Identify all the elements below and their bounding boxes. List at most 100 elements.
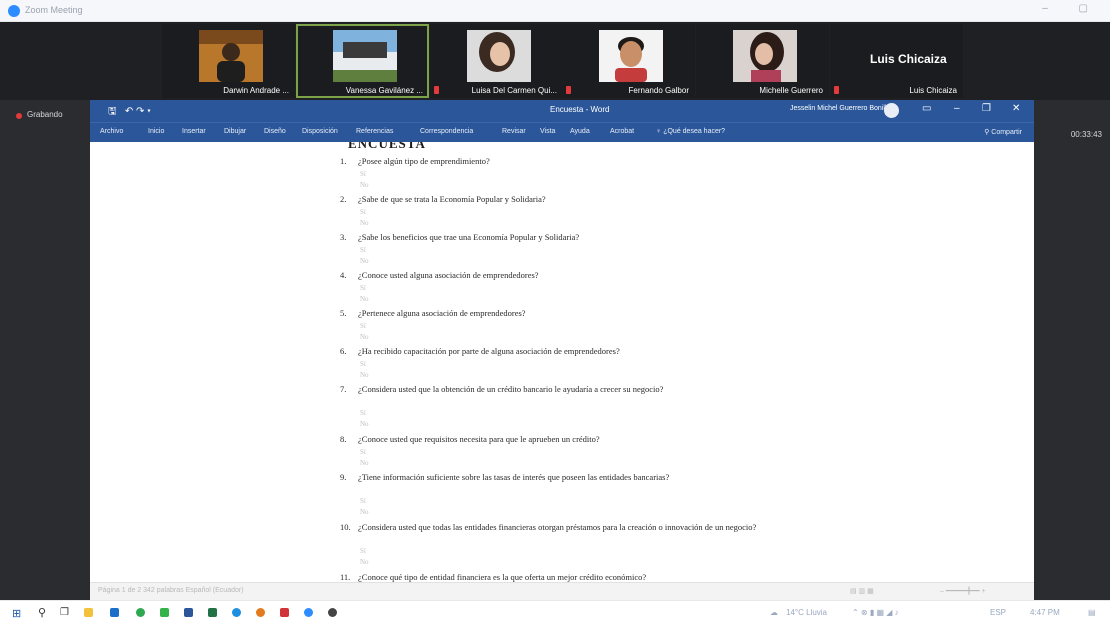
- status-text: Página 1 de 2 342 palabras Español (Ecua…: [98, 587, 244, 594]
- participant-tile-vanessa[interactable]: Vanessa Gavilánez ...: [296, 24, 429, 98]
- zoom-icon[interactable]: [304, 608, 313, 617]
- close-icon[interactable]: ✕: [1012, 103, 1020, 114]
- question-number: 1.: [340, 156, 347, 166]
- tab-ayuda[interactable]: Ayuda: [570, 128, 590, 135]
- tell-me-search[interactable]: ♀ ¿Qué desea hacer?: [656, 128, 725, 135]
- clock[interactable]: 4:47 PM: [1030, 608, 1060, 617]
- question-text: ¿Considera usted que la obtención de un …: [358, 384, 664, 394]
- app-icon[interactable]: [328, 608, 337, 617]
- search-icon[interactable]: ⚲: [38, 606, 46, 619]
- option-no: No: [360, 558, 369, 566]
- share-button[interactable]: ⚲ Compartir: [984, 128, 1022, 136]
- app-icon[interactable]: [160, 608, 169, 617]
- question-text: ¿Considera usted que todas las entidades…: [358, 522, 757, 532]
- option-no: No: [360, 371, 369, 379]
- option-no: No: [360, 420, 369, 428]
- tab-disposicion[interactable]: Disposición: [302, 128, 338, 135]
- participant-tile-luis[interactable]: Luis Chicaiza Luis Chicaiza: [830, 24, 963, 98]
- participant-name: Luisa Del Carmen Qui...: [471, 86, 557, 95]
- question-text: ¿Conoce qué tipo de entidad financiera e…: [358, 572, 647, 582]
- question-number: 10.: [340, 522, 351, 532]
- participant-name: Luis Chicaiza: [909, 86, 957, 95]
- question-item: 3. ¿Sabe los beneficios que trae una Econ…: [340, 232, 760, 243]
- question-item: 1. ¿Posee algún tipo de emprendimiento?: [340, 156, 760, 167]
- option-yes: Sí: [360, 497, 366, 505]
- language-indicator[interactable]: ESP: [990, 608, 1006, 617]
- question-text: ¿Posee algún tipo de emprendimiento?: [358, 156, 490, 166]
- restore-icon[interactable]: ❐: [982, 103, 991, 114]
- weather-icon[interactable]: ☁: [770, 608, 778, 617]
- ribbon-tabs: Archivo Inicio Insertar Dibujar Diseño D…: [90, 122, 1034, 142]
- word-icon[interactable]: [184, 608, 193, 617]
- tab-dibujar[interactable]: Dibujar: [224, 128, 246, 135]
- participant-name: Fernando Galbor: [628, 86, 689, 95]
- document-title: Encuesta - Word: [550, 105, 610, 114]
- question-text: ¿Conoce usted que requisitos necesita pa…: [358, 434, 600, 444]
- notifications-icon[interactable]: ▤: [1088, 608, 1096, 617]
- question-number: 6.: [340, 346, 347, 356]
- store-icon[interactable]: [110, 608, 119, 617]
- avatar[interactable]: [884, 103, 899, 118]
- edge-icon[interactable]: [232, 608, 241, 617]
- tab-referencias[interactable]: Referencias: [356, 128, 393, 135]
- document-page[interactable]: ENCUESTA 1. ¿Posee algún tipo de emprendi…: [90, 142, 1034, 582]
- question-item: 10. ¿Considera usted que todas las entida…: [340, 522, 760, 533]
- tab-acrobat[interactable]: Acrobat: [610, 128, 634, 135]
- option-yes: Sí: [360, 284, 366, 292]
- view-icons[interactable]: ▤ ▥ ▦: [850, 587, 874, 595]
- tab-diseno[interactable]: Diseño: [264, 128, 286, 135]
- option-yes: Sí: [360, 170, 366, 178]
- minimize-icon[interactable]: –: [954, 103, 960, 114]
- windows-start-icon[interactable]: ⊞: [12, 607, 21, 620]
- zoom-slider[interactable]: – ━━━━━╋━━ +: [940, 587, 986, 595]
- option-no: No: [360, 219, 369, 227]
- quick-access-toolbar[interactable]: 🖫 ↶ ↷ ▾: [108, 104, 151, 121]
- ribbon-display-icon[interactable]: ▭: [922, 103, 931, 114]
- question-number: 3.: [340, 232, 347, 242]
- question-text: ¿Conoce usted alguna asociación de empre…: [358, 270, 539, 280]
- participant-tile-darwin[interactable]: Darwin Andrade ...: [162, 24, 295, 98]
- tab-vista[interactable]: Vista: [540, 128, 555, 135]
- tab-archivo[interactable]: Archivo: [100, 128, 123, 135]
- question-item: 9. ¿Tiene información suficiente sobre la…: [340, 472, 760, 483]
- word-window: 🖫 ↶ ↷ ▾ Encuesta - Word Jesselin Michel …: [90, 100, 1034, 600]
- excel-icon[interactable]: [208, 608, 217, 617]
- option-no: No: [360, 295, 369, 303]
- participant-tile-fernando[interactable]: Fernando Galbor: [562, 24, 695, 98]
- question-item: 11. ¿Conoce qué tipo de entidad financier…: [340, 572, 760, 582]
- question-number: 11.: [340, 572, 351, 582]
- task-view-icon[interactable]: ❐: [60, 607, 69, 618]
- weather-text[interactable]: 14°C Lluvia: [786, 608, 827, 617]
- option-no: No: [360, 257, 369, 265]
- question-text: ¿Sabe los beneficios que trae una Econom…: [358, 232, 580, 242]
- file-explorer-icon[interactable]: [84, 608, 93, 617]
- meeting-timer: 00:33:43: [1070, 130, 1102, 139]
- system-tray-icons[interactable]: ⌃ ⊗ ▮ ▦ ◢ ♪: [852, 608, 899, 617]
- screen: Zoom Meeting – ▢ Darwin Andrade ... Vane…: [0, 0, 1110, 624]
- tab-correspondencia[interactable]: Correspondencia: [420, 128, 473, 135]
- participant-tile-luisa[interactable]: Luisa Del Carmen Qui...: [430, 24, 563, 98]
- chrome-icon[interactable]: [136, 608, 145, 617]
- tab-revisar[interactable]: Revisar: [502, 128, 526, 135]
- option-yes: Sí: [360, 448, 366, 456]
- question-text: ¿Tiene información suficiente sobre las …: [358, 472, 670, 482]
- option-no: No: [360, 508, 369, 516]
- recording-indicator[interactable]: Grabando: [0, 100, 88, 600]
- tab-inicio[interactable]: Inicio: [148, 128, 164, 135]
- participant-tile-michelle[interactable]: Michelle Guerrero: [696, 24, 829, 98]
- participant-photo: [467, 30, 531, 82]
- app-icon[interactable]: [280, 608, 289, 617]
- tab-insertar[interactable]: Insertar: [182, 128, 206, 135]
- question-text: ¿Sabe de que se trata la Economía Popula…: [358, 194, 546, 204]
- question-item: 8. ¿Conoce usted que requisitos necesita …: [340, 434, 760, 445]
- share-label: Compartir: [991, 129, 1022, 136]
- word-status-bar: Página 1 de 2 342 palabras Español (Ecua…: [90, 582, 1034, 600]
- firefox-icon[interactable]: [256, 608, 265, 617]
- participant-photo: [333, 30, 397, 82]
- question-number: 4.: [340, 270, 347, 280]
- participant-name: Vanessa Gavilánez ...: [345, 86, 423, 95]
- question-text: ¿Ha recibido capacitación por parte de a…: [358, 346, 620, 356]
- tell-me-label: ¿Qué desea hacer?: [663, 128, 726, 135]
- window-controls[interactable]: – ▢: [1042, 3, 1102, 14]
- question-item: 6. ¿Ha recibido capacitación por parte de…: [340, 346, 760, 357]
